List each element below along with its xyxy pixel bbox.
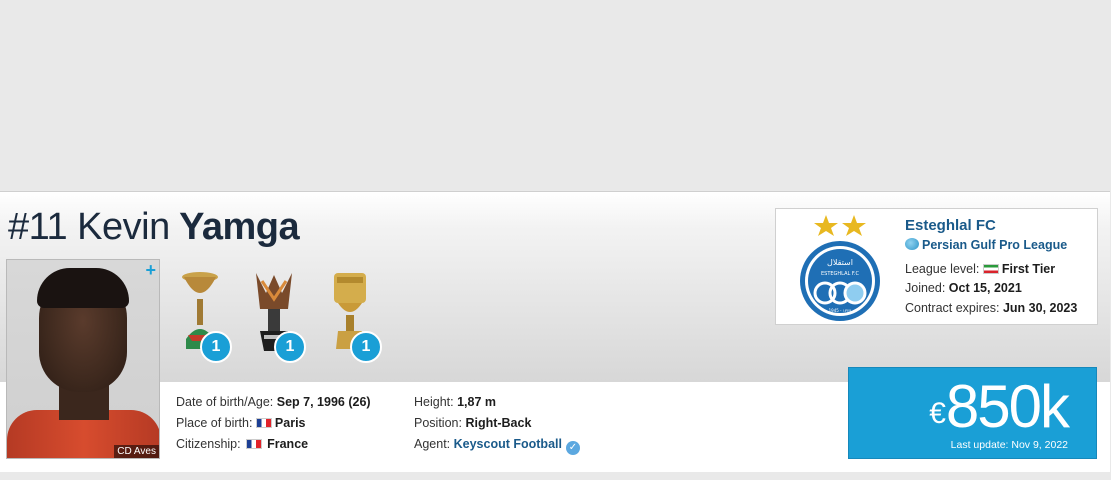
height-row: Height: 1,87 m xyxy=(414,392,580,413)
first-name: Kevin xyxy=(77,206,170,248)
france-flag-icon xyxy=(246,439,263,449)
agent-label: Agent: xyxy=(414,437,451,451)
position-row: Position: Right-Back xyxy=(414,413,580,434)
contract-value: Jun 30, 2023 xyxy=(1002,301,1078,315)
add-photo-icon[interactable]: + xyxy=(145,260,156,281)
logo-text-fc: ESTEGHLAL F.C xyxy=(821,271,860,277)
agent-row: Agent: Keyscout Football ✓ xyxy=(414,434,580,455)
shirt-number: #11 xyxy=(8,206,68,248)
france-flag-icon xyxy=(255,418,272,428)
market-value-amount: 850k xyxy=(945,373,1070,440)
last-name: Yamga xyxy=(179,206,300,248)
verified-icon: ✓ xyxy=(565,441,580,455)
trophy-count: 1 xyxy=(274,331,306,363)
player-info-left: Date of birth/Age: Sep 7, 1996 (26) Plac… xyxy=(176,392,371,455)
market-value-update: Last update: Nov 9, 2022 xyxy=(950,439,1068,451)
league-level-value: First Tier xyxy=(1001,262,1056,276)
height-label: Height: xyxy=(414,395,454,409)
iran-flag-icon xyxy=(982,264,999,274)
contract-row: Contract expires: Jun 30, 2023 xyxy=(905,301,1077,315)
dob-value: Sep 7, 1996 (26) xyxy=(276,395,371,409)
contract-label: Contract expires: xyxy=(905,301,1000,315)
club-box: استقلال ESTEGHLAL F.C 1945 - ۱۳۲۴ Estegh… xyxy=(775,208,1098,325)
pob-row: Place of birth: Paris xyxy=(176,413,371,434)
citizenship-label: Citizenship: xyxy=(176,437,241,451)
photo-hair xyxy=(37,268,129,308)
league-icon xyxy=(905,238,919,250)
position-label: Position: xyxy=(414,416,462,430)
trophy-count: 1 xyxy=(200,331,232,363)
club-name-link[interactable]: Esteghlal FC xyxy=(905,217,996,234)
league-level-row: League level: First Tier xyxy=(905,262,1055,276)
height-value: 1,87 m xyxy=(457,395,497,409)
market-value: €850k xyxy=(929,372,1070,441)
player-photo[interactable]: + CD Aves xyxy=(6,259,160,459)
player-name: #11 Kevin Yamga xyxy=(8,206,300,249)
dob-row: Date of birth/Age: Sep 7, 1996 (26) xyxy=(176,392,371,413)
pob-value: Paris xyxy=(274,416,306,430)
club-logo[interactable]: استقلال ESTEGHLAL F.C 1945 - ۱۳۲۴ xyxy=(798,211,888,323)
position-value: Right-Back xyxy=(465,416,532,430)
citizenship-row: Citizenship: France xyxy=(176,434,371,455)
agent-link[interactable]: Keyscout Football xyxy=(454,437,562,451)
pob-label: Place of birth: xyxy=(176,416,253,430)
trophy-item[interactable]: 1 xyxy=(172,267,232,363)
player-header: #11 Kevin Yamga + CD Aves 1 1 1 Date of … xyxy=(0,191,1110,472)
market-value-box[interactable]: €850k Last update: Nov 9, 2022 xyxy=(848,367,1097,459)
league-level-label: League level: xyxy=(905,262,980,276)
citizenship-value: France xyxy=(267,437,309,451)
logo-text-top: استقلال xyxy=(827,258,853,267)
joined-row: Joined: Oct 15, 2021 xyxy=(905,281,1022,295)
league-link[interactable]: Persian Gulf Pro League xyxy=(905,238,1067,252)
photo-caption: CD Aves xyxy=(114,445,159,458)
trophy-count: 1 xyxy=(350,331,382,363)
logo-text-year: 1945 - ۱۳۲۴ xyxy=(829,308,852,313)
league-name: Persian Gulf Pro League xyxy=(922,238,1068,252)
joined-value: Oct 15, 2021 xyxy=(948,281,1022,295)
currency-symbol: € xyxy=(929,397,946,430)
trophy-item[interactable]: 1 xyxy=(246,267,306,363)
dob-label: Date of birth/Age: xyxy=(176,395,274,409)
joined-label: Joined: xyxy=(905,281,946,295)
player-info-right: Height: 1,87 m Position: Right-Back Agen… xyxy=(414,392,580,455)
trophy-item[interactable]: 1 xyxy=(322,267,382,363)
